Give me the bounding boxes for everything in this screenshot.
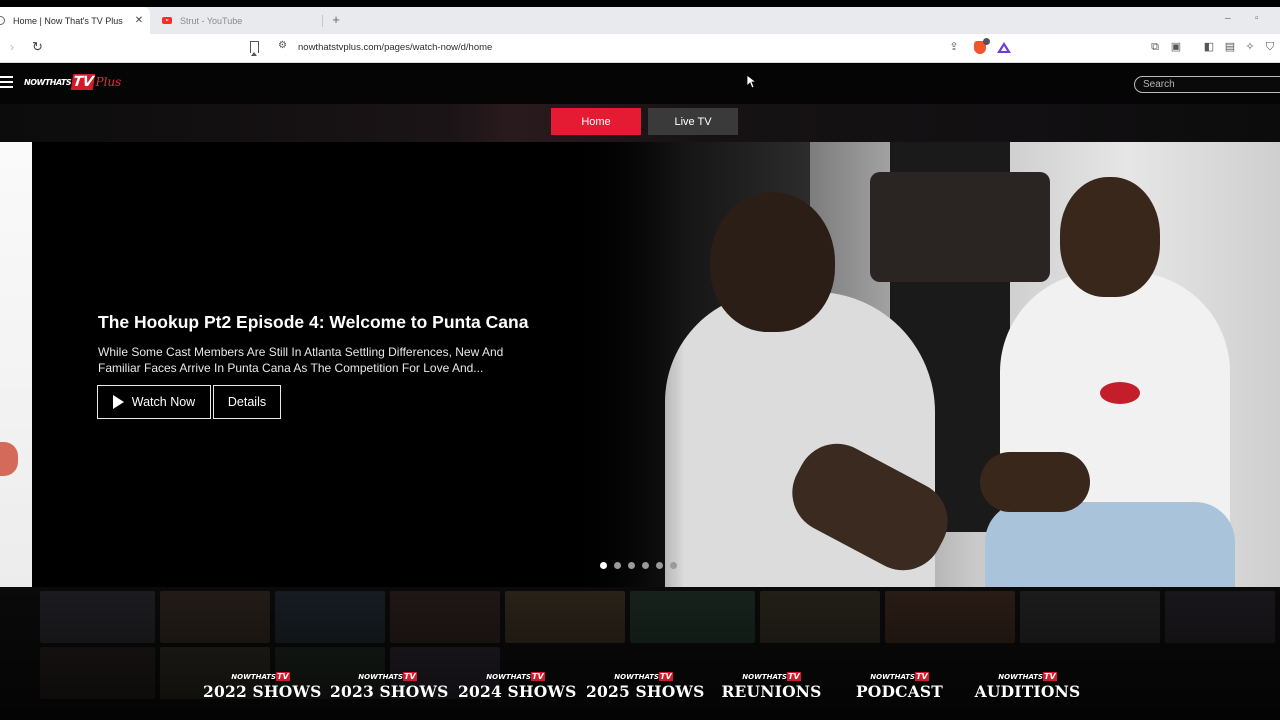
browser-tab-title: Home | Now That's TV Plus [13,15,123,26]
leo-ai-icon[interactable]: ✧ [1244,41,1256,53]
brave-rewards-icon[interactable] [997,42,1011,53]
category-podcast[interactable]: NOWTHATSTV PODCAST [842,672,957,702]
category-label: PODCAST [855,682,944,701]
category-row: NOWTHATSTV 2022 SHOWS NOWTHATSTV 2023 SH… [0,670,1280,720]
globe-icon [0,16,5,25]
play-icon [112,395,124,409]
category-reunions[interactable]: NOWTHATSTV REUNIONS [714,672,829,702]
youtube-icon [162,17,172,24]
hero-description: While Some Cast Members Are Still In Atl… [98,345,504,375]
reload-icon[interactable]: ↻ [32,39,43,55]
forward-icon[interactable]: › [10,40,14,54]
website: NOWTHATS TV Plus Home Live TV The Hookup… [0,64,1280,720]
category-badge: NOWTHATSTV [358,672,417,681]
details-button[interactable]: Details [213,385,281,419]
category-badge: NOWTHATSTV [998,672,1057,681]
vpn-shield-icon[interactable]: ⛉ [1264,41,1276,53]
category-label: 2023 SHOWS [330,682,449,701]
close-tab-icon[interactable]: ✕ [132,15,146,26]
category-badge: NOWTHATSTV [614,672,673,681]
browser-tab-bar: Home | Now That's TV Plus ✕ Strut - YouT… [0,7,1280,34]
carousel-dots [600,562,684,569]
menu-icon[interactable] [0,76,13,88]
new-tab-button[interactable]: + [329,12,343,27]
tab-home[interactable]: Home [551,108,641,135]
minimize-icon[interactable]: – [1225,13,1231,24]
category-label: REUNIONS [721,682,822,701]
category-auditions[interactable]: NOWTHATSTV AUDITIONS [970,672,1085,702]
carousel-dot[interactable] [670,562,677,569]
browser-tab-title: Strut - YouTube [180,15,243,26]
bookmark-icon[interactable] [250,41,259,56]
hero-carousel: The Hookup Pt2 Episode 4: Welcome to Pun… [0,142,1280,587]
carousel-dot[interactable] [642,562,649,569]
previous-slide-peek[interactable] [0,142,32,587]
extensions-icon[interactable]: ⧉ [1149,41,1161,53]
search-input[interactable] [1134,76,1280,93]
wallet-icon[interactable]: ▤ [1224,41,1236,53]
browser-tab-youtube[interactable]: Strut - YouTube [154,7,322,34]
category-label: 2022 SHOWS [203,682,322,701]
tab-separator [322,15,323,27]
carousel-dot[interactable] [600,562,607,569]
category-badge: NOWTHATSTV [231,672,290,681]
carousel-dot[interactable] [656,562,663,569]
category-badge: NOWTHATSTV [486,672,545,681]
address-bar: › ↻ ⚙ nowthatstvplus.com/pages/watch-now… [0,34,1280,63]
tab-live-tv[interactable]: Live TV [648,108,738,135]
category-2024-shows[interactable]: NOWTHATSTV 2024 SHOWS [458,672,577,702]
media-icon[interactable]: ▣ [1170,41,1182,53]
watch-now-button[interactable]: Watch Now [97,385,211,419]
category-2023-shows[interactable]: NOWTHATSTV 2023 SHOWS [330,672,449,702]
browser-tab-home[interactable]: Home | Now That's TV Plus ✕ [0,7,150,34]
url-text[interactable]: nowthatstvplus.com/pages/watch-now/d/hom… [298,42,492,53]
watch-now-label: Watch Now [131,395,196,409]
shields-badge [983,38,990,45]
share-icon[interactable]: ⇪ [948,41,960,53]
hero-title: The Hookup Pt2 Episode 4: Welcome to Pun… [98,312,529,332]
site-settings-icon[interactable]: ⚙ [278,40,287,51]
category-2022-shows[interactable]: NOWTHATSTV 2022 SHOWS [203,672,322,702]
category-label: 2025 SHOWS [586,682,705,701]
sidebar-icon[interactable]: ◧ [1203,41,1215,53]
category-2025-shows[interactable]: NOWTHATSTV 2025 SHOWS [586,672,705,702]
category-label: AUDITIONS [974,682,1081,701]
maximize-icon[interactable]: ▫ [1255,13,1259,24]
category-badge: NOWTHATSTV [742,672,801,681]
window-top-strip [0,0,1280,7]
carousel-dot[interactable] [628,562,635,569]
category-label: 2024 SHOWS [458,682,577,701]
carousel-dot[interactable] [614,562,621,569]
site-logo[interactable]: NOWTHATS TV Plus [24,72,121,92]
category-badge: NOWTHATSTV [870,672,929,681]
brave-shields-icon[interactable] [974,38,990,54]
